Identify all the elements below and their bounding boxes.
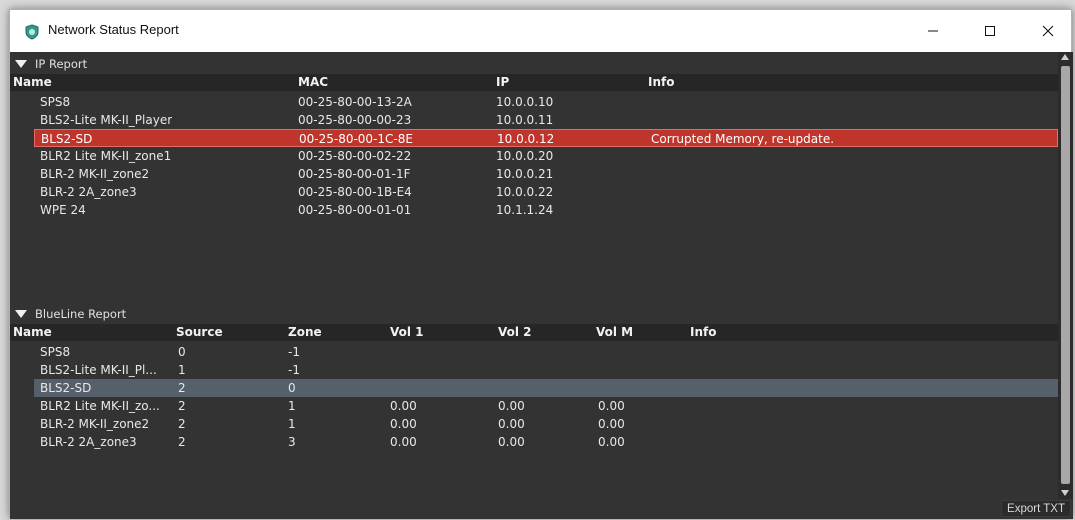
scroll-down-arrow-icon[interactable] (1061, 490, 1069, 496)
cell-ip: 10.0.0.20 (496, 149, 554, 163)
export-txt-button[interactable]: Export TXT (1001, 500, 1071, 517)
cell-mac: 00-25-80-00-00-23 (298, 113, 412, 127)
cell-name: SPS8 (40, 345, 71, 359)
maximize-button[interactable] (967, 10, 1013, 52)
ip-table-row[interactable]: WPE 24 00-25-80-00-01-01 10.1.1.24 (10, 201, 1058, 219)
blueline-report-column-header: Name Source Zone Vol 1 Vol 2 Vol M Info (10, 324, 1058, 341)
column-source[interactable]: Source (176, 324, 223, 341)
cell-vol1: 0.00 (390, 417, 417, 431)
ip-table-row[interactable]: BLR-2 MK-II_zone2 00-25-80-00-01-1F 10.0.0… (10, 165, 1058, 183)
cell-name: BLR-2 2A_zone3 (40, 185, 137, 199)
cell-source: 2 (178, 399, 186, 413)
scroll-up-arrow-icon[interactable] (1061, 54, 1069, 60)
cell-mac: 00-25-80-00-13-2A (298, 95, 412, 109)
cell-name: BLS2-Lite MK-II_Pl... (40, 363, 157, 377)
cell-name: BLR-2 2A_zone3 (40, 435, 137, 449)
column-info[interactable]: Info (648, 74, 674, 91)
close-button[interactable] (1025, 10, 1071, 52)
column-zone[interactable]: Zone (288, 324, 322, 341)
blueline-table-row[interactable]: BLR2 Lite MK-II_zo... 2 1 0.00 0.00 0.00 (10, 397, 1058, 415)
blueline-table-row[interactable]: SPS8 0 -1 (10, 343, 1058, 361)
minimize-button[interactable] (910, 10, 956, 52)
column-ip[interactable]: IP (496, 74, 509, 91)
cell-name: SPS8 (40, 95, 71, 109)
ip-table-row[interactable]: SPS8 00-25-80-00-13-2A 10.0.0.10 (10, 93, 1058, 111)
ip-table-row[interactable]: BLR-2 2A_zone3 00-25-80-00-1B-E4 10.0.0.22 (10, 183, 1058, 201)
cell-ip: 10.0.0.21 (496, 167, 554, 181)
cell-volm: 0.00 (598, 399, 625, 413)
window-title: Network Status Report (48, 22, 179, 37)
cell-zone: -1 (288, 363, 300, 377)
cell-mac: 00-25-80-00-1B-E4 (298, 185, 412, 199)
cell-volm: 0.00 (598, 417, 625, 431)
cell-vol2: 0.00 (498, 435, 525, 449)
collapse-triangle-icon[interactable] (15, 310, 27, 318)
cell-ip: 10.0.0.11 (496, 113, 554, 127)
network-shield-icon (25, 24, 39, 40)
cell-name: BLS2-SD (40, 381, 92, 395)
ip-report-label: IP Report (35, 57, 88, 71)
ip-report-header[interactable]: IP Report (10, 55, 1058, 73)
blueline-report-label: BlueLine Report (35, 307, 127, 321)
minimize-icon (928, 30, 938, 32)
cell-source: 2 (178, 417, 186, 431)
cell-mac: 00-25-80-00-01-1F (298, 167, 411, 181)
cell-vol1: 0.00 (390, 399, 417, 413)
ip-report-column-header: Name MAC IP Info (10, 74, 1058, 91)
cell-mac: 00-25-80-00-1C-8E (299, 132, 413, 146)
column-volm[interactable]: Vol M (596, 324, 633, 341)
cell-info: Corrupted Memory, re-update. (651, 132, 835, 146)
blueline-table-row[interactable]: BLS2-SD 2 0 (34, 379, 1058, 397)
cell-ip: 10.1.1.24 (496, 203, 554, 217)
report-panel: IP Report Name MAC IP Info SPS8 00-25-80-… (10, 52, 1073, 519)
ip-table-row[interactable]: BLS2-SD 00-25-80-00-1C-8E 10.0.0.12 Corrupt… (34, 129, 1058, 147)
cell-mac: 00-25-80-00-01-01 (298, 203, 412, 217)
cell-ip: 10.0.0.22 (496, 185, 554, 199)
cell-source: 1 (178, 363, 186, 377)
cell-zone: 3 (288, 435, 296, 449)
maximize-icon (985, 26, 995, 36)
cell-zone: 0 (288, 381, 296, 395)
column-vol2[interactable]: Vol 2 (498, 324, 532, 341)
cell-name: BLR2 Lite MK-II_zone1 (40, 149, 172, 163)
cell-vol1: 0.00 (390, 435, 417, 449)
scroll-thumb[interactable] (1061, 66, 1070, 484)
cell-mac: 00-25-80-00-02-22 (298, 149, 412, 163)
collapse-triangle-icon[interactable] (15, 60, 27, 68)
cell-source: 0 (178, 345, 186, 359)
blueline-table-row[interactable]: BLR-2 MK-II_zone2 2 1 0.00 0.00 0.00 (10, 415, 1058, 433)
column-info[interactable]: Info (690, 324, 716, 341)
ip-table-row[interactable]: BLS2-Lite MK-II_Player 00-25-80-00-00-23 1… (10, 111, 1058, 129)
cell-name: BLR2 Lite MK-II_zo... (40, 399, 160, 413)
blueline-report-header[interactable]: BlueLine Report (10, 305, 1058, 323)
blueline-table-row[interactable]: BLR-2 2A_zone3 2 3 0.00 0.00 0.00 (10, 433, 1058, 451)
cell-name: BLR-2 MK-II_zone2 (40, 417, 150, 431)
cell-vol2: 0.00 (498, 417, 525, 431)
cell-zone: 1 (288, 417, 296, 431)
cell-ip: 10.0.0.10 (496, 95, 554, 109)
title-bar[interactable]: Network Status Report (10, 10, 1071, 52)
cell-name: BLR-2 MK-II_zone2 (40, 167, 150, 181)
cell-zone: 1 (288, 399, 296, 413)
column-vol1[interactable]: Vol 1 (390, 324, 424, 341)
cell-vol2: 0.00 (498, 399, 525, 413)
cell-name: BLS2-Lite MK-II_Player (40, 113, 173, 127)
ip-table-row[interactable]: BLR2 Lite MK-II_zone1 00-25-80-00-02-22 10… (10, 147, 1058, 165)
network-status-report-window: Network Status Report IP Report Name MAC… (9, 9, 1073, 519)
cell-source: 2 (178, 435, 186, 449)
cell-name: WPE 24 (40, 203, 86, 217)
column-mac[interactable]: MAC (298, 74, 328, 91)
cell-ip: 10.0.0.12 (497, 132, 555, 146)
cell-name: BLS2-SD (41, 132, 93, 146)
vertical-scrollbar[interactable] (1058, 52, 1073, 499)
blueline-table-row[interactable]: BLS2-Lite MK-II_Pl... 1 -1 (10, 361, 1058, 379)
cell-source: 2 (178, 381, 186, 395)
cell-volm: 0.00 (598, 435, 625, 449)
cell-zone: -1 (288, 345, 300, 359)
column-name[interactable]: Name (13, 324, 52, 341)
close-icon (1042, 25, 1054, 37)
column-name[interactable]: Name (13, 74, 52, 91)
